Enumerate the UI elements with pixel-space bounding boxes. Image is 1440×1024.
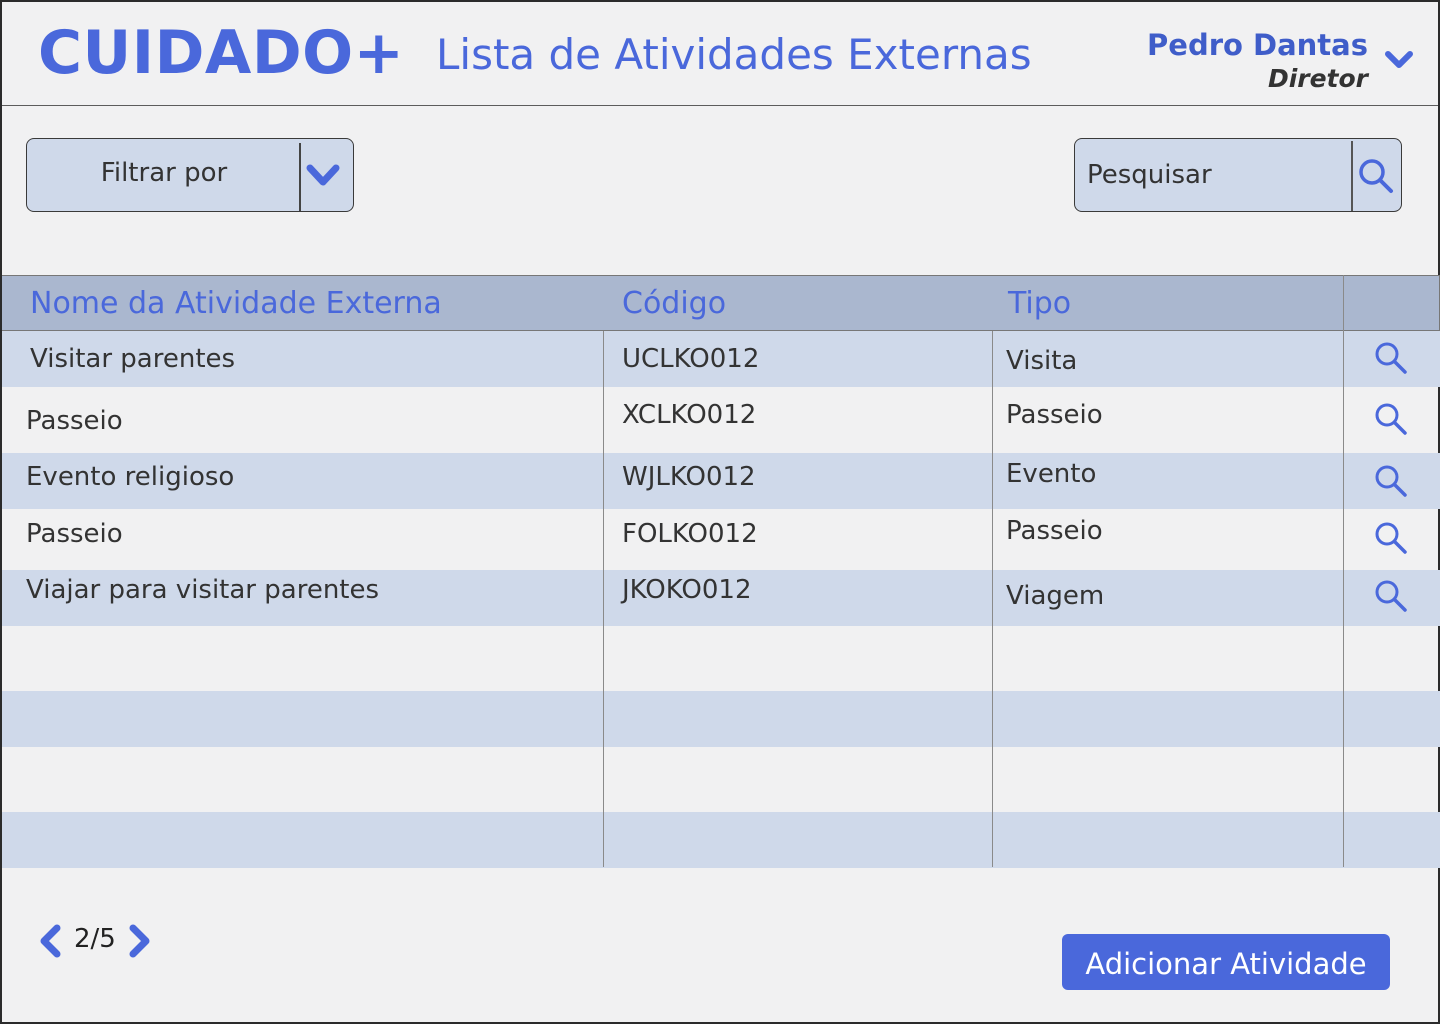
user-role: Diretor (1267, 64, 1368, 93)
search-box (1074, 138, 1402, 212)
activities-table: Nome da Atividade Externa Código Tipo Vi… (2, 275, 1440, 868)
search-icon[interactable] (1357, 157, 1395, 195)
column-divider (992, 331, 993, 867)
table-row[interactable]: Evento religioso WJLKO012 Evento (2, 453, 1440, 509)
search-icon[interactable] (1374, 341, 1408, 375)
table-row[interactable]: Passeio FOLKO012 Passeio (2, 509, 1440, 570)
cell-name: Viajar para visitar parentes (26, 575, 380, 605)
column-divider (1343, 275, 1344, 867)
empty-row (2, 747, 1440, 812)
table-row[interactable]: Viajar para visitar parentes JKOKO012 Vi… (2, 570, 1440, 626)
header-bar: CUIDADO+ Lista de Atividades Externas Pe… (2, 2, 1438, 106)
search-divider (1351, 141, 1353, 211)
filter-divider (299, 143, 301, 211)
cell-code: UCLKO012 (622, 344, 760, 374)
search-input[interactable] (1087, 149, 1347, 201)
chevron-left-icon[interactable] (36, 924, 64, 958)
chevron-right-icon[interactable] (126, 924, 154, 958)
search-icon[interactable] (1374, 579, 1408, 613)
filter-label: Filtrar por (100, 158, 228, 188)
page-indicator: 2/5 (74, 924, 116, 954)
cell-code: WJLKO012 (622, 462, 756, 492)
table-header: Nome da Atividade Externa Código Tipo (2, 275, 1440, 331)
column-header-name[interactable]: Nome da Atividade Externa (30, 286, 442, 321)
cell-code: JKOKO012 (622, 575, 752, 605)
cell-code: FOLKO012 (622, 519, 758, 549)
search-icon[interactable] (1374, 402, 1408, 436)
search-icon[interactable] (1374, 464, 1408, 498)
empty-row (2, 626, 1440, 691)
cell-name: Evento religioso (26, 462, 235, 492)
user-name[interactable]: Pedro Dantas (1147, 28, 1368, 62)
filter-dropdown[interactable]: Filtrar por (26, 138, 354, 212)
search-icon[interactable] (1374, 521, 1408, 555)
cell-name: Passeio (26, 519, 123, 549)
table-row[interactable]: Passeio XCLKO012 Passeio (2, 387, 1440, 453)
column-header-type[interactable]: Tipo (1008, 286, 1071, 321)
column-divider (603, 331, 604, 867)
app-frame: CUIDADO+ Lista de Atividades Externas Pe… (0, 0, 1440, 1024)
column-header-code[interactable]: Código (622, 286, 726, 321)
cell-type: Visita (1006, 346, 1078, 376)
cell-code: XCLKO012 (622, 400, 757, 430)
cell-type: Viagem (1006, 581, 1105, 611)
table-row[interactable]: Visitar parentes UCLKO012 Visita (2, 331, 1440, 387)
empty-row (2, 691, 1440, 747)
chevron-down-icon[interactable] (1384, 48, 1414, 72)
cell-type: Evento (1006, 459, 1097, 489)
app-logo[interactable]: CUIDADO+ (38, 18, 404, 88)
cell-name: Visitar parentes (30, 344, 236, 374)
add-activity-button[interactable]: Adicionar Atividade (1062, 934, 1390, 990)
cell-type: Passeio (1006, 516, 1103, 546)
cell-name: Passeio (26, 406, 123, 436)
chevron-down-icon[interactable] (305, 159, 341, 191)
cell-type: Passeio (1006, 400, 1103, 430)
page-title: Lista de Atividades Externas (436, 30, 1032, 79)
empty-row (2, 812, 1440, 868)
